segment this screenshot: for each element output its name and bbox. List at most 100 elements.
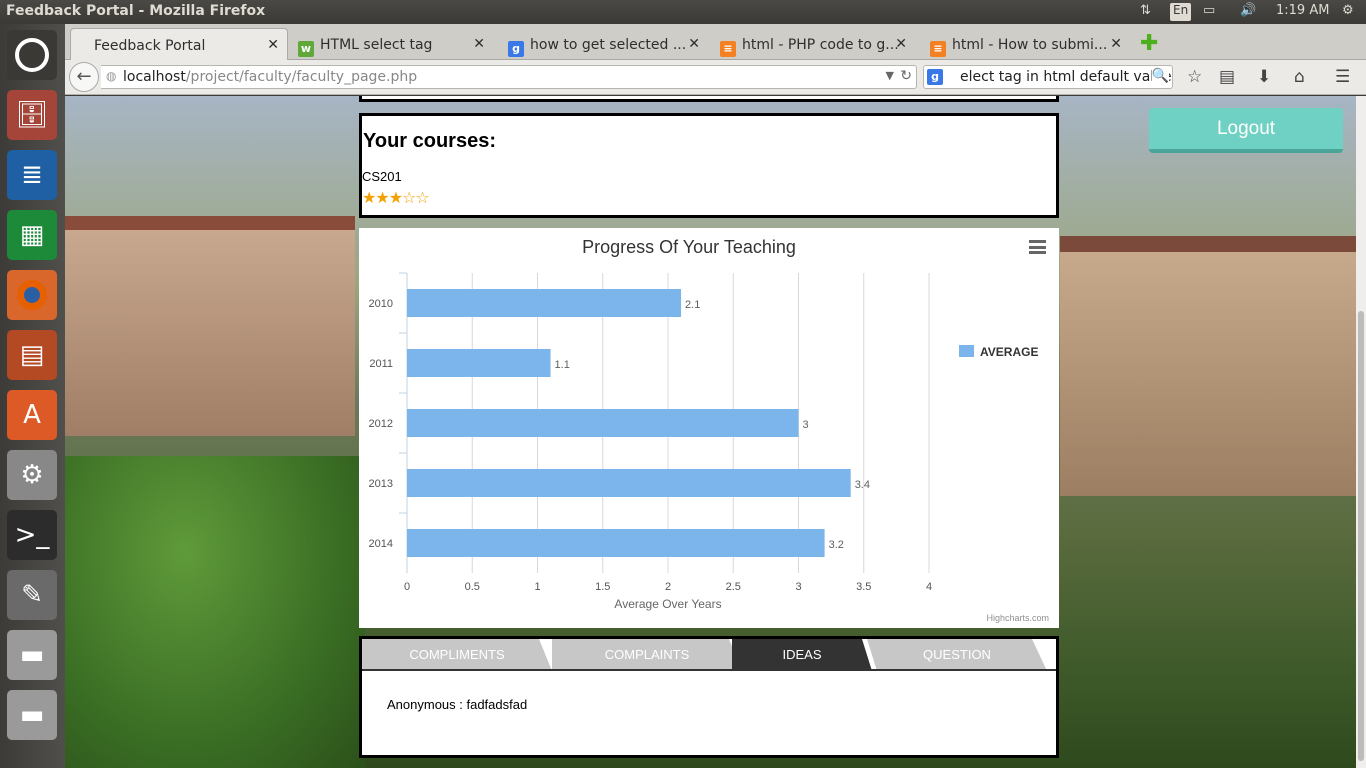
tab-underline — [362, 669, 1056, 671]
tab-ideas[interactable]: IDEAS — [732, 639, 872, 671]
drive-icon[interactable]: ▬ — [7, 690, 57, 740]
tab-compliments[interactable]: COMPLIMENTS — [362, 639, 552, 671]
clock[interactable]: 1:19 AM — [1276, 3, 1329, 21]
search-text: elect tag in html default value — [960, 69, 1172, 85]
tab-html-select[interactable]: w HTML select tag ✕ — [298, 28, 493, 60]
y-category-label: 2011 — [369, 358, 393, 370]
x-tick-label: 2.5 — [726, 581, 741, 593]
url-dropdown-icon[interactable]: ▼ — [886, 69, 894, 82]
campus-lawn — [65, 456, 365, 768]
campus-building-left — [65, 216, 355, 436]
system-settings-icon[interactable]: ⚙ — [7, 450, 57, 500]
writer-icon[interactable]: ≣ — [7, 150, 57, 200]
data-label: 2.1 — [685, 299, 700, 311]
close-tab-icon[interactable]: ✕ — [267, 37, 279, 53]
settings-gear-icon[interactable]: ⚙ — [1342, 3, 1354, 21]
page-scrollbar[interactable] — [1356, 96, 1366, 768]
text-editor-icon[interactable]: ✎ — [7, 570, 57, 620]
downloads-icon[interactable]: ⬇ — [1257, 67, 1271, 87]
chart-plot: 0 0.5 1 1.5 2 2.5 3 3.5 4 2010 2.1 2011 1.1 2012 3 2013… — [369, 272, 1049, 623]
url-path: /project/faculty/faculty_page.php — [185, 69, 418, 85]
menu-icon[interactable]: ☰ — [1335, 67, 1350, 87]
data-label: 3 — [803, 419, 809, 431]
back-button[interactable]: ← — [69, 62, 99, 92]
scrollbar-thumb[interactable] — [1358, 311, 1364, 761]
stackoverflow-favicon-icon: ≡ — [720, 41, 736, 57]
close-tab-icon[interactable]: ✕ — [473, 36, 485, 52]
bar-2012 — [407, 409, 799, 437]
bar-2011 — [407, 349, 551, 377]
courses-card: Your courses: CS201 ★★★☆☆ — [359, 113, 1059, 218]
feedback-panel: COMPLIMENTS COMPLAINTS IDEAS QUESTION An… — [359, 636, 1059, 758]
x-tick-label: 0.5 — [465, 581, 480, 593]
new-tab-plus-icon[interactable]: ✚ — [1140, 28, 1160, 60]
file-manager-icon[interactable]: 🗄 — [7, 90, 57, 140]
reload-icon[interactable]: ↻ — [900, 68, 912, 84]
terminal-icon[interactable]: >_ — [7, 510, 57, 560]
search-icon[interactable]: 🔍 — [1151, 68, 1169, 84]
x-tick-label: 3 — [795, 581, 801, 593]
previous-card — [359, 96, 1059, 102]
x-tick-label: 1 — [534, 581, 540, 593]
tab-feedback-portal[interactable]: Feedback Portal ✕ — [70, 28, 288, 60]
rating-stars[interactable]: ★★★☆☆ — [362, 188, 1056, 207]
x-tick-label: 0 — [404, 581, 410, 593]
google-search-engine-icon[interactable]: g — [927, 69, 943, 85]
bar-2013 — [407, 469, 851, 497]
close-tab-icon[interactable]: ✕ — [688, 36, 700, 52]
tab-label: html - PHP code to g... — [742, 37, 899, 53]
chart-credits: Highcharts.com — [986, 613, 1049, 623]
data-label: 3.4 — [855, 479, 870, 491]
network-icon[interactable]: ⇅ — [1140, 3, 1151, 21]
calc-icon[interactable]: ▦ — [7, 210, 57, 260]
teaching-progress-chart: Progress Of Your Teaching 0 0.5 1 1.5 2 2.5 3 3… — [359, 228, 1059, 628]
close-tab-icon[interactable]: ✕ — [895, 36, 907, 52]
x-axis-title: Average Over Years — [614, 597, 721, 611]
impress-icon[interactable]: ▤ — [7, 330, 57, 380]
data-label: 3.2 — [829, 539, 844, 551]
software-center-icon[interactable]: A — [7, 390, 57, 440]
logout-button[interactable]: Logout — [1149, 108, 1343, 153]
bar-2010 — [407, 289, 682, 317]
y-category-label: 2014 — [369, 538, 393, 550]
tab-so-php[interactable]: ≡ html - PHP code to g... ✕ — [720, 28, 915, 60]
feedback-entry: Anonymous : fadfadsfad — [387, 697, 528, 712]
legend-label: AVERAGE — [980, 345, 1038, 359]
tab-complaints[interactable]: COMPLAINTS — [552, 639, 742, 671]
bookmark-star-icon[interactable]: ☆ — [1187, 67, 1202, 87]
tab-so-submit[interactable]: ≡ html - How to submi... ✕ — [930, 28, 1130, 60]
bar-2014 — [407, 529, 825, 557]
globe-icon: ◍ — [106, 69, 117, 83]
y-category-label: 2012 — [369, 418, 393, 430]
search-input[interactable]: g elect tag in html default value 🔍 — [923, 65, 1173, 89]
tab-label: Feedback Portal — [94, 38, 206, 54]
home-icon[interactable]: ⌂ — [1294, 67, 1305, 87]
battery-icon[interactable]: ▭ — [1203, 3, 1215, 21]
course-code: CS201 — [362, 169, 402, 184]
tab-label: html - How to submi... — [952, 37, 1108, 53]
keyboard-indicator[interactable]: En — [1170, 3, 1192, 21]
data-label: 1.1 — [555, 359, 570, 371]
w3-favicon-icon: w — [298, 41, 314, 57]
close-tab-icon[interactable]: ✕ — [1110, 36, 1122, 52]
y-category-label: 2013 — [369, 478, 393, 490]
stackoverflow-favicon-icon: ≡ — [930, 41, 946, 57]
volume-icon[interactable]: 🔊 — [1240, 3, 1256, 21]
navigation-bar: ◍ localhost/project/faculty/faculty_page… — [65, 60, 1366, 95]
drive-icon[interactable]: ▬ — [7, 630, 57, 680]
browser-tab-strip: Feedback Portal ✕ w HTML select tag ✕ g how … — [65, 24, 1366, 60]
tab-label: HTML select tag — [320, 37, 433, 53]
tab-label: how to get selected ... — [530, 37, 687, 53]
x-tick-label: 4 — [926, 581, 932, 593]
tab-google-search[interactable]: g how to get selected ... ✕ — [508, 28, 708, 60]
reading-list-icon[interactable]: ▤ — [1219, 67, 1235, 87]
tab-question[interactable]: QUESTION — [867, 639, 1047, 671]
os-top-bar: Feedback Portal - Mozilla Firefox ⇅ En ▭… — [0, 0, 1366, 24]
unity-launcher: 🗄 ≣ ▦ ▤ A ⚙ >_ ✎ ▬ ▬ — [0, 24, 65, 768]
x-tick-label: 3.5 — [856, 581, 871, 593]
page-viewport: Your courses: CS201 ★★★☆☆ Logout Progres… — [65, 96, 1356, 768]
firefox-icon[interactable] — [7, 270, 57, 320]
url-bar[interactable]: ◍ localhost/project/faculty/faculty_page… — [101, 65, 917, 89]
y-category-label: 2010 — [369, 298, 393, 310]
ubuntu-dash-icon[interactable] — [7, 30, 57, 80]
